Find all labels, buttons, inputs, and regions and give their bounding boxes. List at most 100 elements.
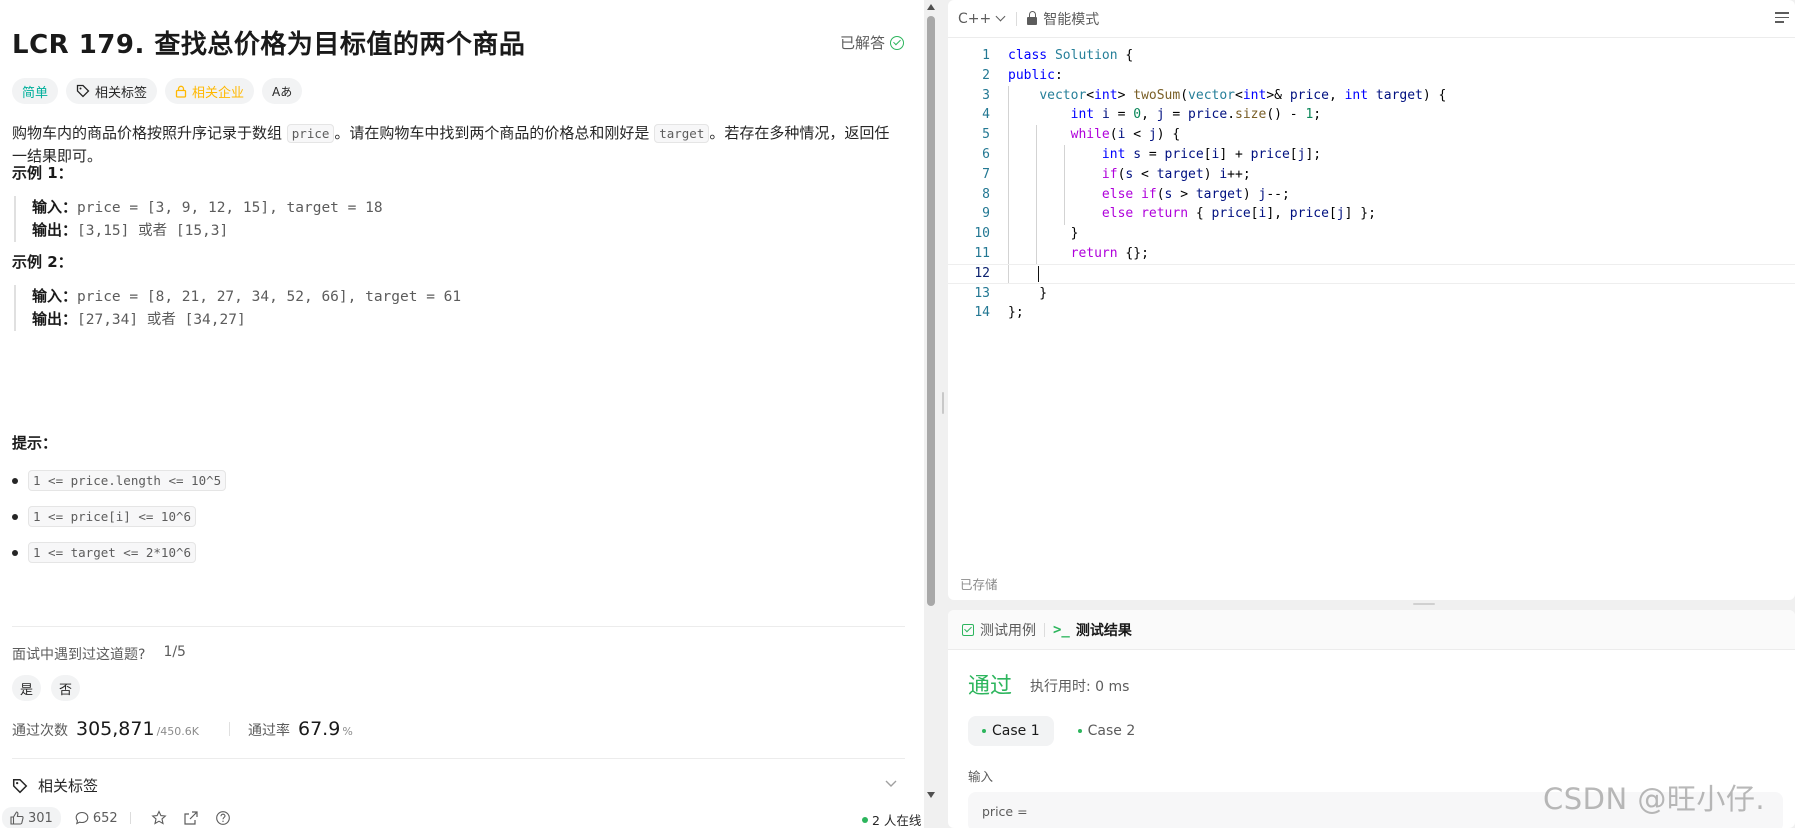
- chevron-down-icon[interactable]: [884, 776, 898, 790]
- scrollbar-thumb[interactable]: [927, 16, 935, 606]
- case-1-tab[interactable]: Case 1: [968, 716, 1054, 746]
- online-dot: [862, 816, 868, 823]
- statement-text-2: 。请在购物车中找到两个商品的价格总和刚好是: [334, 124, 655, 142]
- line-number: 3: [982, 87, 990, 103]
- line-number: 4: [982, 107, 990, 123]
- code-line-current[interactable]: 12: [948, 264, 1795, 284]
- code-line: 8 else if(s > target) j--;: [948, 185, 1795, 205]
- star-icon[interactable]: [151, 810, 167, 826]
- separator: [129, 812, 131, 824]
- problem-statement: 购物车内的商品价格按照升序记录于数组 price 。请在购物车中找到两个商品的价格…: [12, 122, 892, 168]
- hint-code: 1 <= price.length <= 10^5: [28, 470, 227, 491]
- comments-button[interactable]: 652: [75, 811, 118, 826]
- code-line: 2 public:: [948, 66, 1795, 86]
- code-line: 4 int i = 0, j = price.size() - 1;: [948, 105, 1795, 125]
- like-count: 301: [28, 810, 53, 826]
- code-line: 13 }: [948, 284, 1795, 304]
- code-line: 1 class Solution {: [948, 46, 1795, 66]
- example-1-title: 示例 1：: [12, 164, 73, 182]
- smart-mode-label: 智能模式: [1043, 11, 1100, 28]
- example-2-output: [27,34] 或者 [34,27]: [77, 312, 246, 328]
- code-line: 6 int s = price[i] + price[j];: [948, 145, 1795, 165]
- stats-separator: [229, 722, 230, 736]
- scroll-down-arrow-icon[interactable]: [927, 792, 935, 798]
- watermark: CSDN @旺小仔.: [1543, 782, 1766, 816]
- separator: [1044, 622, 1045, 637]
- divider: [12, 758, 905, 759]
- case-2-tab[interactable]: Case 2: [1064, 716, 1150, 746]
- example-2-input-label: 输入：: [32, 287, 78, 305]
- statement-text-1: 购物车内的商品价格按照升序记录于数组: [12, 124, 287, 142]
- acceptance-rate-unit: %: [342, 725, 353, 738]
- related-companies-button[interactable]: 相关企业: [165, 78, 255, 104]
- translate-button[interactable]: Aあ: [262, 78, 303, 104]
- code-line: 14};: [948, 303, 1795, 323]
- smart-mode-toggle[interactable]: 智能模式: [1027, 9, 1099, 29]
- scroll-up-arrow-icon[interactable]: [927, 4, 935, 10]
- saved-status: 已存储: [960, 577, 998, 592]
- hints-title: 提示：: [12, 434, 58, 452]
- inline-code-target: target: [654, 124, 710, 143]
- tab-testcase[interactable]: 测试用例: [962, 620, 1036, 640]
- bullet: [12, 477, 18, 484]
- language-selector[interactable]: C++: [958, 11, 1006, 27]
- help-icon[interactable]: [215, 810, 231, 826]
- bullet: [12, 513, 18, 520]
- line-number: 5: [982, 127, 990, 143]
- code-area[interactable]: 1 class Solution { 2 public: 3 vector<int>…: [948, 46, 1795, 323]
- translate-icon: Aあ: [272, 84, 293, 99]
- vertical-splitter[interactable]: [938, 0, 948, 828]
- interview-pagination: 1/5: [163, 644, 186, 660]
- related-tags-section-label: 相关标签: [38, 777, 99, 795]
- difficulty-badge[interactable]: 简单: [12, 78, 59, 104]
- line-number: 11: [974, 245, 990, 261]
- hint-item: 1 <= price[i] <= 10^6: [12, 506, 197, 527]
- code-panel: C++ 智能模式 1 class Solution { 2 public: 3 ve…: [948, 0, 1795, 828]
- pass-dot: [982, 729, 986, 733]
- line-number: 7: [982, 166, 990, 182]
- code-editor[interactable]: C++ 智能模式 1 class Solution { 2 public: 3 ve…: [948, 0, 1795, 600]
- tab-test-result[interactable]: >_ 测试结果: [1053, 620, 1132, 640]
- example-1-output: [3,15] 或者 [15,3]: [77, 223, 229, 239]
- related-tags-button[interactable]: 相关标签: [66, 78, 158, 104]
- online-count: 2 人在线: [872, 813, 922, 828]
- no-button[interactable]: 否: [51, 675, 81, 701]
- line-number: 9: [982, 206, 990, 222]
- line-number: 6: [982, 146, 990, 162]
- interview-question-text: 面试中遇到过这道题?: [12, 647, 146, 663]
- example-2-title: 示例 2：: [12, 253, 73, 271]
- example-2-output-label: 输出：: [32, 310, 78, 328]
- example-2-input: price = [8, 21, 27, 34, 52, 66], target …: [77, 289, 462, 305]
- online-users: 2 人在线: [862, 810, 921, 828]
- interview-question: 面试中遇到过这道题? 1/5: [12, 644, 186, 664]
- line-number: 10: [974, 226, 990, 242]
- submission-stats: 通过次数 305,871 /450.6K 通过率 67.9 %: [12, 718, 353, 740]
- text-cursor: [1038, 265, 1039, 282]
- editor-menu-icon[interactable]: [1775, 12, 1789, 26]
- line-number: 14: [974, 305, 990, 321]
- tab-testcase-label: 测试用例: [980, 622, 1036, 639]
- share-icon[interactable]: [183, 810, 199, 826]
- description-scrollbar[interactable]: [924, 0, 938, 828]
- horizontal-splitter-grip[interactable]: [1413, 603, 1435, 605]
- line-number: 12: [974, 265, 990, 281]
- splitter-grip[interactable]: [942, 392, 944, 414]
- problem-description-panel: LCR 179. 查找总价格为目标值的两个商品 已解答 简单 相关标签 相关企业…: [0, 0, 925, 828]
- lock-icon: [1027, 10, 1038, 25]
- lock-icon: [175, 85, 187, 98]
- code-line: 9 else return { price[i], price[j] };: [948, 204, 1795, 224]
- chevron-down-icon: [995, 11, 1006, 22]
- line-number: 13: [974, 285, 990, 301]
- line-number: 1: [982, 48, 990, 63]
- accepted-label: 通过次数: [12, 723, 68, 739]
- check-circle-icon: [890, 35, 905, 50]
- yes-button[interactable]: 是: [12, 675, 42, 701]
- like-button[interactable]: 301: [2, 807, 61, 828]
- example-1-block: 输入：price = [3, 9, 12, 15], target = 18 输…: [14, 196, 383, 242]
- problem-title: LCR 179. 查找总价格为目标值的两个商品: [12, 30, 526, 60]
- code-line: 7 if(s < target) i++;: [948, 165, 1795, 185]
- editor-toolbar: C++ 智能模式: [948, 0, 1795, 38]
- related-tags-section[interactable]: 相关标签: [12, 775, 98, 796]
- bullet: [12, 549, 18, 556]
- solved-status: 已解答: [840, 32, 905, 53]
